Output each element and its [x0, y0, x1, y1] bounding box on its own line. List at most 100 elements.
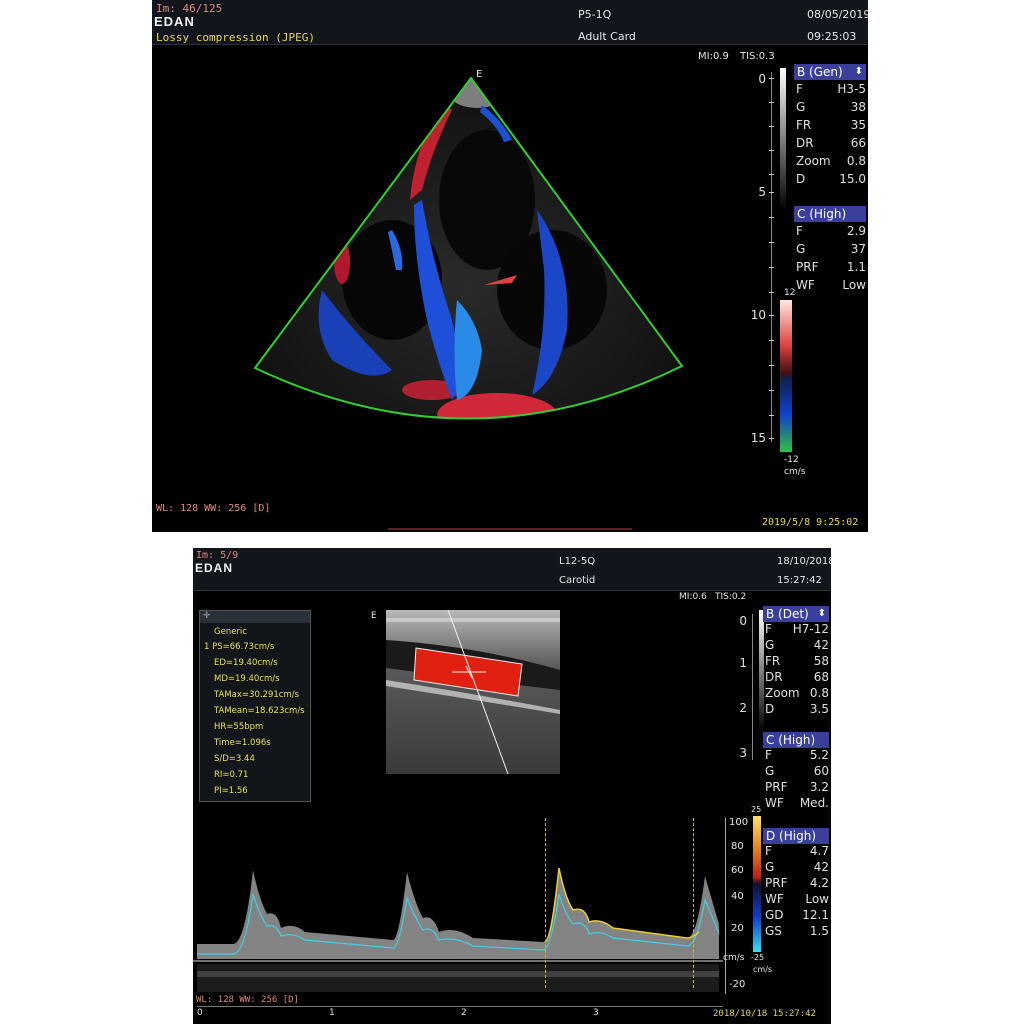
move-handle-icon[interactable]: ✛ — [203, 612, 211, 621]
param-row: G 60 — [765, 764, 829, 778]
color-velocity-bar — [780, 300, 792, 452]
param-row: DR 68 — [765, 670, 829, 684]
param-row: F H7-12 — [765, 622, 829, 636]
param-row: D 15.0 — [796, 172, 866, 186]
param-row: FR 58 — [765, 654, 829, 668]
measurement-item: Time=1.096s — [214, 738, 271, 748]
velocity-label: 40 — [731, 891, 744, 902]
param-row: PRF 1.1 — [796, 260, 866, 274]
cine-bar[interactable] — [388, 528, 632, 530]
measurement-item: MD=19.40cm/s — [214, 674, 280, 684]
param-row: G 42 — [765, 638, 829, 652]
orientation-marker: E — [371, 611, 377, 621]
cycle-marker-end[interactable] — [693, 818, 694, 988]
velocity-label: 80 — [731, 841, 744, 852]
b-mode-header[interactable]: B (Det) ⬍ — [763, 606, 829, 622]
depth-label: 15 — [750, 431, 766, 445]
exam-preset: Carotid — [559, 575, 596, 586]
depth-scale: 0 5 10 15 — [750, 72, 774, 445]
depth-label: 0 — [739, 614, 747, 628]
depth-label: 1 — [739, 656, 747, 670]
timestamp: 2018/10/18 15:27:42 — [713, 1009, 816, 1019]
scroll-arrow-icon: ⬍ — [817, 608, 826, 619]
depth-label: 10 — [750, 308, 766, 322]
measurement-panel-titlebar[interactable]: ✛ — [200, 611, 310, 623]
depth-label: 5 — [758, 185, 766, 199]
param-row: GD 12.1 — [765, 908, 829, 922]
color-velocity-bar — [753, 816, 761, 952]
window-level: WL: 128 WW: 256 [D] — [156, 503, 271, 514]
b-mode-header[interactable]: B (Gen) ⬍ — [794, 64, 866, 80]
param-row: Zoom 0.8 — [796, 154, 866, 168]
param-row: F 4.7 — [765, 844, 829, 858]
time-axis — [197, 1006, 723, 1007]
timestamp: 2019/5/8 9:25:02 — [762, 517, 859, 528]
time-label: 1 — [329, 1008, 335, 1018]
param-row: DR 66 — [796, 136, 866, 150]
measurement-item: RI=0.71 — [214, 770, 249, 780]
measurement-panel: ✛ Generic 1 PS=66.73cm/s ED=19.40cm/s MD… — [199, 610, 311, 802]
color-bar-max: 25 — [751, 805, 762, 814]
param-row: G 38 — [796, 100, 866, 114]
param-row: GS 1.5 — [765, 924, 829, 938]
spectral-doppler-trace — [193, 814, 723, 994]
image-counter: Im: 5/9 — [196, 550, 239, 561]
time-label: 0 — [197, 1008, 203, 1018]
depth-label: 3 — [739, 746, 747, 760]
time: 15:27:42 — [777, 575, 822, 586]
color-bar-unit: cm/s — [784, 467, 806, 477]
color-bar-unit: cm/s — [753, 965, 773, 974]
measurement-item: S/D=3.44 — [214, 754, 255, 764]
param-row: WF Low — [765, 892, 829, 906]
param-row: PRF 3.2 — [765, 780, 829, 794]
measurement-item: HR=55bpm — [214, 722, 264, 732]
velocity-label: 100 — [729, 817, 749, 828]
probe-name: L12-5Q — [559, 556, 596, 567]
param-row: F 2.9 — [796, 224, 866, 238]
measurement-item: ED=19.40cm/s — [214, 658, 278, 668]
measurement-title: Generic — [214, 627, 247, 637]
color-bar-min: -25 — [751, 953, 765, 962]
scroll-arrow-icon: ⬍ — [854, 66, 863, 77]
grayscale-bar — [780, 68, 786, 210]
thermal-index: TIS:0.2 — [715, 592, 747, 602]
param-row: G 42 — [765, 860, 829, 874]
header-bar: Im: 5/9 EDAN L12-5Q Carotid 18/10/2018 1… — [193, 548, 831, 591]
depth-label: 0 — [758, 72, 766, 86]
d-mode-header[interactable]: D (High) — [763, 828, 829, 844]
color-bar-min: -12 — [784, 455, 799, 465]
window-level: WL: 128 WW: 256 [D] — [196, 995, 299, 1005]
measurement-item: TAMax=30.291cm/s — [214, 690, 300, 700]
measurement-item: 1 PS=66.73cm/s — [204, 642, 275, 652]
param-row: F H3-5 — [796, 82, 866, 96]
time-label: 2 — [461, 1008, 467, 1018]
velocity-unit: cm/s — [723, 953, 745, 963]
cardiac-doppler-screen: Im: 46/125 EDAN Lossy compression (JPEG)… — [152, 0, 868, 532]
c-mode-header[interactable]: C (High) — [763, 732, 829, 748]
edan-logo: EDAN — [195, 561, 234, 575]
velocity-label: 60 — [731, 865, 744, 876]
param-row: Zoom 0.8 — [765, 686, 829, 700]
param-row: G 37 — [796, 242, 866, 256]
param-row: WF Med. — [765, 796, 829, 810]
time-label: 3 — [593, 1008, 599, 1018]
measurement-item: TAMean=18.623cm/s — [214, 706, 305, 716]
velocity-axis — [725, 818, 726, 994]
c-mode-header[interactable]: C (High) — [794, 206, 866, 222]
param-row: FR 35 — [796, 118, 866, 132]
param-row: PRF 4.2 — [765, 876, 829, 890]
date: 18/10/2018 — [777, 556, 831, 567]
param-row: WF Low — [796, 278, 866, 292]
depth-scale: 0 1 2 3 — [733, 614, 755, 760]
velocity-label: -20 — [729, 979, 746, 990]
param-row: F 5.2 — [765, 748, 829, 762]
measurement-item: PI=1.56 — [214, 786, 248, 796]
orientation-marker: E — [476, 69, 483, 80]
velocity-label: 20 — [731, 923, 744, 934]
depth-label: 2 — [739, 701, 747, 715]
carotid-b-mode-image — [386, 610, 560, 774]
carotid-doppler-screen: Im: 5/9 EDAN L12-5Q Carotid 18/10/2018 1… — [193, 548, 831, 1024]
mechanical-index: MI:0.6 — [679, 592, 707, 602]
param-row: D 3.5 — [765, 702, 829, 716]
cycle-marker-start[interactable] — [545, 818, 546, 988]
